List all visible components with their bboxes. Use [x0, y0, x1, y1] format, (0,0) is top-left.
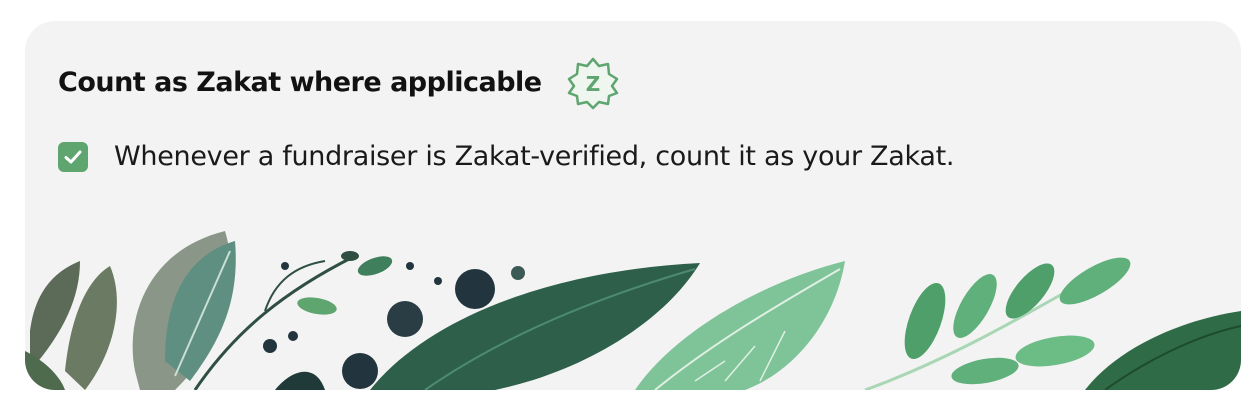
- zakat-badge-icon: Z: [566, 56, 620, 110]
- leaves-illustration: [25, 231, 1241, 390]
- badge-letter: Z: [585, 72, 600, 96]
- zakat-title: Count as Zakat where applicable: [58, 66, 542, 98]
- checkmark-icon: [64, 150, 82, 163]
- zakat-card: Count as Zakat where applicable Z Whenev…: [25, 21, 1241, 390]
- zakat-checkbox-label: Whenever a fundraiser is Zakat-verified,…: [114, 141, 955, 172]
- zakat-checkbox[interactable]: [58, 141, 88, 172]
- zakat-checkbox-row[interactable]: Whenever a fundraiser is Zakat-verified,…: [58, 141, 954, 172]
- title-row: Count as Zakat where applicable Z: [58, 55, 620, 110]
